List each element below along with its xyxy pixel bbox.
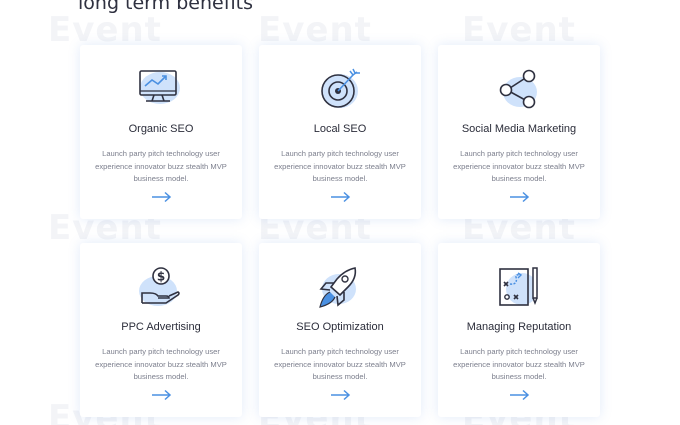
service-card-seo-optimization[interactable]: SEO Optimization Launch party pitch tech… (259, 243, 421, 417)
card-title: Local SEO (313, 123, 367, 135)
right-arrow-icon[interactable] (329, 191, 351, 203)
monitor-chart-icon (136, 67, 186, 113)
service-card-managing-reputation[interactable]: Managing Reputation Launch party pitch t… (438, 243, 600, 417)
right-arrow-icon[interactable] (508, 389, 530, 401)
right-arrow-icon[interactable] (329, 389, 351, 401)
right-arrow-icon[interactable] (150, 389, 172, 401)
card-description: Launch party pitch technology user exper… (453, 347, 585, 381)
target-dart-icon (315, 67, 365, 113)
card-description: Launch party pitch technology user exper… (274, 347, 406, 381)
right-arrow-icon[interactable] (508, 191, 530, 203)
card-title: Social Media Marketing (461, 123, 577, 135)
svg-text:$: $ (157, 270, 165, 284)
service-card-organic-seo[interactable]: Organic SEO Launch party pitch technolog… (80, 45, 242, 219)
card-description: Launch party pitch technology user exper… (95, 347, 227, 381)
section-heading: long term benefits (78, 0, 254, 14)
card-title: Managing Reputation (466, 321, 572, 333)
background-watermark: Event (48, 10, 162, 50)
card-title: Organic SEO (128, 123, 194, 135)
card-title: SEO Optimization (296, 321, 384, 333)
hand-dollar-icon: $ (136, 265, 186, 311)
background-watermark: Event (462, 10, 576, 50)
card-description: Launch party pitch technology user exper… (95, 149, 227, 183)
card-description: Launch party pitch technology user exper… (453, 149, 585, 183)
right-arrow-icon[interactable] (150, 191, 172, 203)
service-card-local-seo[interactable]: Local SEO Launch party pitch technology … (259, 45, 421, 219)
service-card-social-media-marketing[interactable]: Social Media Marketing Launch party pitc… (438, 45, 600, 219)
background-watermark: Event (258, 10, 372, 50)
card-title: PPC Advertising (121, 321, 201, 333)
share-nodes-icon (494, 67, 544, 113)
card-description: Launch party pitch technology user exper… (274, 149, 406, 183)
rocket-icon (315, 265, 365, 311)
strategy-board-icon (494, 265, 544, 311)
service-card-ppc-advertising[interactable]: $ PPC Advertising Launch party pitch tec… (80, 243, 242, 417)
